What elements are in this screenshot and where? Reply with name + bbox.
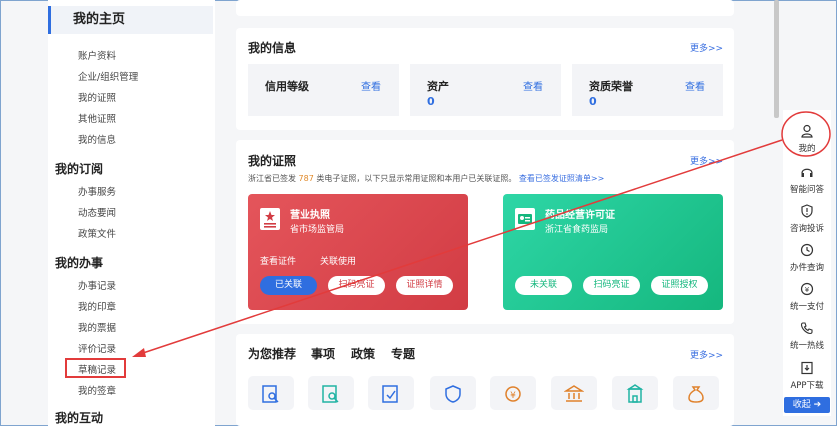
recommend-more-link[interactable]: 更多>>: [690, 348, 723, 361]
arrow-right-circle-icon: ➔: [813, 400, 822, 410]
view-certificate-link[interactable]: 查看证件: [260, 254, 296, 267]
my-info-title: 我的信息: [248, 41, 297, 55]
scan-show-button[interactable]: 扫码亮证: [328, 276, 385, 295]
drafts-highlight-box: [65, 358, 126, 378]
license-doc-icon: [260, 208, 280, 230]
rail-item-app-download[interactable]: APP下载: [783, 361, 831, 391]
rail-label-mine: 我的: [798, 144, 816, 154]
rail-item-qa[interactable]: 智能问答: [783, 165, 831, 195]
credit-label: 信用等级: [265, 80, 309, 93]
sidebar-section-affairs: 我的办事: [55, 256, 104, 270]
money-bag-icon[interactable]: [673, 376, 719, 410]
my-info-more-link[interactable]: 更多>>: [690, 41, 723, 54]
business-license-card[interactable]: 营业执照 省市场监管局 查看证件 关联使用 已关联 扫码亮证 证照详情: [248, 194, 468, 310]
coin-icon[interactable]: ¥: [490, 376, 536, 410]
sidebar-item-news[interactable]: 动态要闻: [78, 205, 116, 219]
svg-text:¥: ¥: [805, 286, 810, 294]
assets-box: 资产 查看 0: [410, 64, 561, 116]
honors-value: 0: [589, 95, 597, 108]
main-scrollbar[interactable]: [774, 0, 779, 118]
headset-icon: [801, 168, 813, 177]
phone-icon: [800, 322, 813, 335]
license-detail-button[interactable]: 证照详情: [396, 276, 453, 295]
rail-label-app-download: APP下载: [790, 381, 824, 391]
svg-text:¥: ¥: [510, 391, 516, 401]
rail-label-complaint: 咨询投诉: [789, 224, 824, 234]
rail-item-complaint[interactable]: 咨询投诉: [783, 204, 831, 234]
sidebar-item-other-licenses[interactable]: 其他证照: [78, 111, 116, 125]
sidebar-section-subscribe: 我的订阅: [55, 162, 104, 176]
rail-item-hotline[interactable]: 统一热线: [783, 321, 831, 351]
sidebar-item-account[interactable]: 账户资料: [78, 48, 116, 62]
tab-topics[interactable]: 专题: [391, 345, 415, 362]
honors-box: 资质荣誉 查看 0: [572, 64, 723, 116]
license-desc-count: 787: [298, 174, 314, 183]
assets-view-link[interactable]: 查看: [523, 78, 543, 93]
rail-label-query: 办件查询: [789, 263, 824, 273]
collapse-label: 收起: [792, 400, 811, 410]
sidebar-item-licenses[interactable]: 我的证照: [78, 90, 116, 104]
business-license-name: 营业执照: [290, 210, 330, 221]
drug-license-org: 浙江省食药监局: [545, 225, 609, 235]
license-desc-suffix: 类电子证照，以下只显示常用证照和本用户已关联证照。: [316, 174, 517, 183]
sidebar-item-policies[interactable]: 政策文件: [78, 226, 116, 240]
credit-box: 信用等级 查看: [248, 64, 399, 116]
license-desc-prefix: 浙江省已签发: [248, 174, 296, 183]
shield-badge-icon[interactable]: [430, 376, 476, 410]
assets-value: 0: [427, 95, 435, 108]
rail-label-qa: 智能问答: [789, 185, 824, 195]
sidebar-item-seals[interactable]: 我的印章: [78, 299, 116, 313]
rail-item-query[interactable]: 办件查询: [783, 243, 831, 273]
user-icon: [801, 124, 813, 138]
sidebar-item-signatures[interactable]: 我的签章: [78, 383, 116, 397]
top-card: [236, 0, 734, 16]
honors-view-link[interactable]: 查看: [685, 78, 705, 93]
tab-items[interactable]: 事项: [311, 345, 335, 362]
sidebar-item-invoices[interactable]: 我的票据: [78, 320, 116, 334]
my-license-more-link[interactable]: 更多>>: [690, 154, 723, 167]
sidebar-item-records[interactable]: 办事记录: [78, 278, 116, 292]
tab-policies[interactable]: 政策: [351, 345, 375, 362]
license-description: 浙江省已签发 787 类电子证照，以下只显示常用证照和本用户已关联证照。 查看已…: [248, 173, 604, 184]
license-card-icon: [515, 208, 535, 230]
history-icon: [800, 243, 814, 257]
rail-item-payment[interactable]: ¥ 统一支付: [783, 282, 831, 312]
rail-label-hotline: 统一热线: [789, 341, 824, 351]
scan-show-button-2[interactable]: 扫码亮证: [583, 276, 640, 295]
doc-search-icon[interactable]: [248, 376, 294, 410]
assets-label: 资产: [427, 80, 449, 93]
drug-license-name: 药品经营许可证: [545, 210, 615, 221]
doc-search-icon[interactable]: [308, 376, 354, 410]
collapse-button[interactable]: 收起 ➔: [784, 397, 830, 413]
recommend-title[interactable]: 为您推荐: [248, 345, 296, 362]
yen-coin-icon: ¥: [800, 282, 814, 296]
my-license-title: 我的证照: [248, 154, 297, 168]
sidebar-item-org[interactable]: 企业/组织管理: [78, 69, 138, 83]
rail-item-mine[interactable]: 我的: [783, 124, 831, 154]
sidebar-home-title[interactable]: 我的主页: [48, 6, 213, 34]
right-rail: 我的 智能问答 咨询投诉 办件查询 ¥ 统一支付 统一热线 APP下载: [783, 110, 831, 416]
building-icon[interactable]: [612, 376, 658, 410]
shield-exclaim-icon: [801, 204, 813, 218]
linked-button[interactable]: 已关联: [260, 276, 317, 295]
license-authorize-button[interactable]: 证照授权: [651, 276, 708, 295]
sidebar-item-services[interactable]: 办事服务: [78, 184, 116, 198]
sidebar-item-info[interactable]: 我的信息: [78, 132, 116, 146]
sidebar-section-interact: 我的互动: [55, 411, 104, 425]
bank-icon[interactable]: [551, 376, 597, 410]
credit-view-link[interactable]: 查看: [361, 78, 381, 93]
honors-label: 资质荣誉: [589, 80, 633, 93]
license-list-link[interactable]: 查看已签发证照清单>>: [519, 174, 604, 183]
link-usage-link[interactable]: 关联使用: [320, 254, 356, 267]
sidebar-item-reviews[interactable]: 评价记录: [78, 341, 116, 355]
drug-license-card[interactable]: 药品经营许可证 浙江省食药监局 未关联 扫码亮证 证照授权: [503, 194, 723, 310]
business-license-org: 省市场监管局: [290, 225, 345, 235]
download-icon: [801, 361, 813, 375]
unlinked-button[interactable]: 未关联: [515, 276, 572, 295]
doc-check-icon[interactable]: [368, 376, 414, 410]
rail-label-payment: 统一支付: [789, 302, 824, 312]
